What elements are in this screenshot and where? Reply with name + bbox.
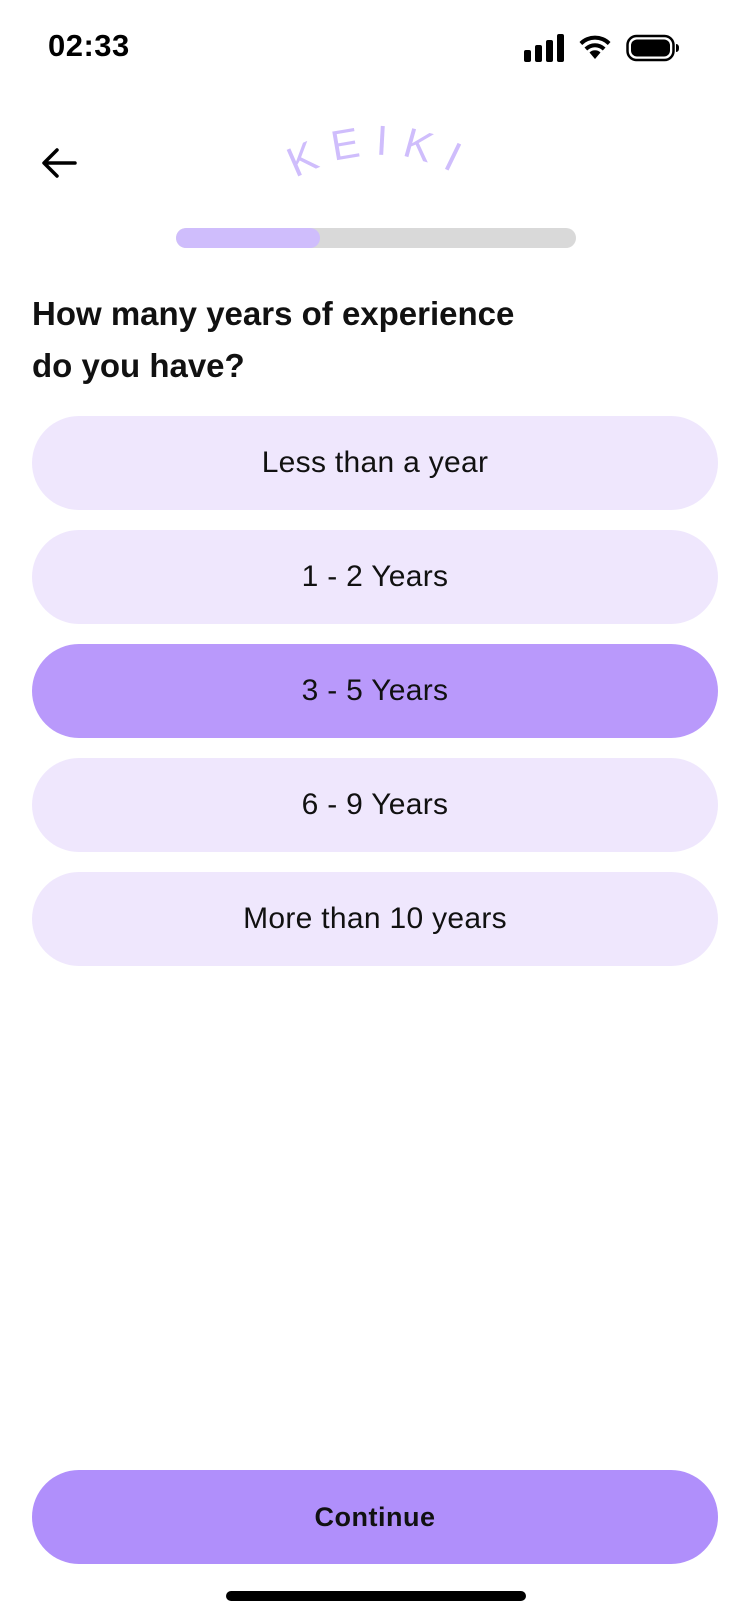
experience-options: Less than a year 1 - 2 Years 3 - 5 Years… — [32, 416, 718, 966]
arrow-left-icon — [42, 148, 77, 178]
option-1-2-years[interactable]: 1 - 2 Years — [32, 530, 718, 624]
battery-icon — [626, 34, 679, 62]
option-more-than-10-years[interactable]: More than 10 years — [32, 872, 718, 966]
question-line-1: How many years of experience — [32, 295, 515, 332]
question-title: How many years of experience do you have… — [32, 288, 592, 392]
back-button[interactable] — [34, 138, 84, 188]
question-line-2: do you have? — [32, 347, 245, 384]
status-time: 02:33 — [48, 28, 130, 63]
wifi-icon — [579, 35, 611, 59]
logo-text: KEIKI — [280, 120, 480, 186]
continue-button[interactable]: Continue — [32, 1470, 718, 1564]
option-3-5-years[interactable]: 3 - 5 Years — [32, 644, 718, 738]
progress-fill — [176, 228, 320, 248]
keiki-logo: KEIKI — [280, 120, 480, 186]
progress-bar — [176, 228, 576, 248]
cellular-signal-icon — [524, 34, 564, 62]
home-indicator — [226, 1591, 526, 1601]
option-less-than-a-year[interactable]: Less than a year — [32, 416, 718, 510]
option-6-9-years[interactable]: 6 - 9 Years — [32, 758, 718, 852]
status-icons — [524, 32, 680, 64]
status-bar: 02:33 — [0, 0, 750, 96]
